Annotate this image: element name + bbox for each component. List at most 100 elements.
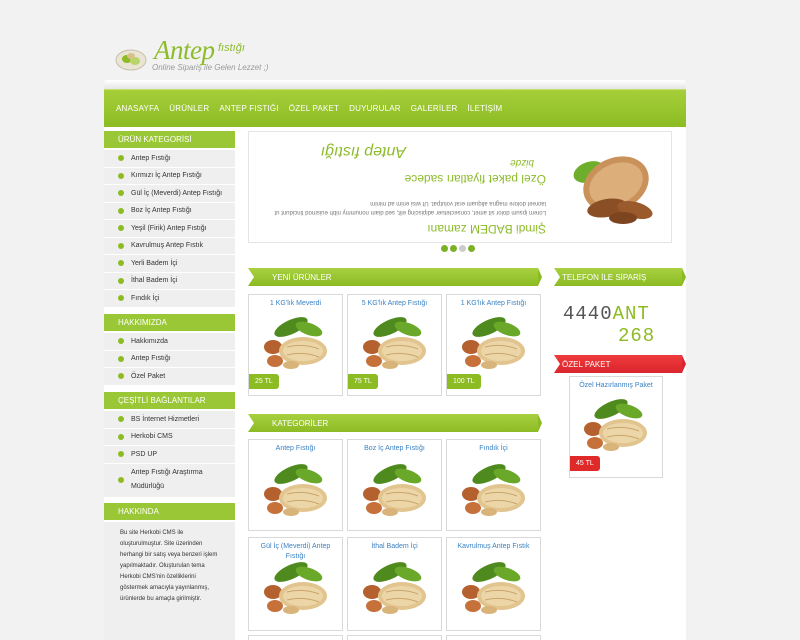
product-name[interactable]: 1 KG'lık Meverdi (249, 295, 342, 317)
sidebar-links-title: ÇEŞİTLİ BAĞLANTILAR (104, 392, 235, 409)
logo-title: Antep (154, 35, 215, 65)
sidebar-item-link[interactable]: PSD UP (104, 446, 235, 464)
slider-dot[interactable] (450, 245, 457, 252)
sidebar-item-category[interactable]: İthal Badem İçi (104, 272, 235, 290)
promo-slider[interactable]: Şimdi BADEM zamanı Lorem ipsum dolor sit… (248, 131, 672, 243)
slider-dot[interactable] (459, 245, 466, 252)
bullet-icon (118, 242, 124, 249)
sidebar-about-title: HAKKIMIZDA (104, 314, 235, 331)
bullet-icon (118, 207, 124, 214)
category-card[interactable] (248, 635, 343, 640)
pistachio-bowl-icon (115, 49, 147, 71)
bullet-icon (118, 190, 124, 197)
peanut-image (263, 560, 327, 615)
slide-brand: Antep fıstığı (320, 143, 406, 160)
category-card[interactable]: Antep Fıstığı (248, 439, 343, 531)
category-name[interactable]: Boz İç Antep Fıstığı (348, 440, 441, 462)
site-logo[interactable]: Antep fıstığı Online Sipariş ile Gelen L… (114, 36, 314, 80)
category-card[interactable]: Fındık İçi (446, 439, 541, 531)
peanut-image (583, 399, 648, 452)
slide-headline: Şimdi BADEM zamanı (427, 222, 546, 236)
peanut-image (461, 317, 525, 370)
slider-pagination (441, 245, 475, 252)
phone-line-2: 268 (618, 325, 656, 347)
product-card[interactable]: 5 KG'lık Antep Fıstığı 75 TL (347, 294, 442, 396)
bullet-icon (118, 277, 124, 284)
bullet-icon (118, 338, 124, 345)
peanut-image (461, 462, 525, 517)
bullet-icon (118, 355, 124, 362)
sidebar-item-category[interactable]: Boz İç Antep Fıstığı (104, 202, 235, 220)
category-name[interactable]: Fındık İçi (447, 440, 540, 462)
category-card[interactable]: İthal Badem İçi (347, 537, 442, 631)
sidebar-links-list: BS İnternet Hizmetleri Herkobi CMS PSD U… (104, 411, 235, 498)
bullet-icon (118, 295, 124, 302)
nav-item-galeriler[interactable]: GALERİLER (411, 104, 458, 113)
product-card[interactable]: 1 KG'lık Antep Fıstığı 100 TL (446, 294, 541, 396)
phone-line-1: 4440ANT (563, 303, 650, 325)
peanut-image (362, 560, 426, 615)
sidebar-categories-title: ÜRÜN KATEGORİSİ (104, 131, 235, 148)
category-card[interactable]: Boz İç Antep Fıstığı (347, 439, 442, 531)
slide-body: Lorem ipsum dolor sit amet, consectetuer… (274, 200, 546, 215)
sidebar-item-link[interactable]: Herkobi CMS (104, 428, 235, 446)
nav-item-anasayfa[interactable]: ANASAYFA (116, 104, 159, 113)
product-name[interactable]: 1 KG'lık Antep Fıstığı (447, 295, 540, 317)
sidebar-item-about[interactable]: Hakkımızda (104, 333, 235, 351)
bullet-icon (118, 225, 124, 232)
nav-item-urunler[interactable]: ÜRÜNLER (169, 104, 209, 113)
sidebar-item-link[interactable]: Antep Fıstığı Araştırma Müdürlüğü (104, 463, 235, 498)
peanut-image (263, 317, 327, 370)
category-name[interactable]: Gül İç (Meverdi) Antep Fıstığı (249, 538, 342, 560)
new-products-title: YENİ ÜRÜNLER (248, 268, 542, 286)
category-card[interactable]: Gül İç (Meverdi) Antep Fıstığı (248, 537, 343, 631)
sidebar-item-link[interactable]: BS İnternet Hizmetleri (104, 411, 235, 429)
price-badge: 75 TL (348, 374, 378, 389)
peanut-image (362, 462, 426, 517)
sidebar-item-category[interactable]: Gül İç (Meverdi) Antep Fıstığı (104, 185, 235, 203)
bullet-icon (118, 433, 124, 440)
price-badge: 45 TL (570, 456, 600, 471)
bullet-icon (118, 451, 124, 458)
category-name[interactable]: Kavrulmuş Antep Fıstık (447, 538, 540, 560)
product-name[interactable]: 5 KG'lık Antep Fıstığı (348, 295, 441, 317)
sidebar-info-title: HAKKINDA (104, 503, 235, 520)
sidebar-item-category[interactable]: Kavrulmuş Antep Fıstık (104, 237, 235, 255)
nav-item-antep-fistigi[interactable]: ANTEP FISTIĞI (219, 104, 278, 113)
bullet-icon (118, 260, 124, 267)
almond-image (573, 156, 653, 224)
sidebar-about-list: Hakkımızda Antep Fıstığı Özel Paket (104, 333, 235, 386)
logo-title-small: fıstığı (218, 42, 245, 54)
bullet-icon (118, 172, 124, 179)
nav-item-iletisim[interactable]: İLETİŞİM (467, 104, 502, 113)
peanut-image (263, 462, 327, 517)
main-navigation: ANASAYFA ÜRÜNLER ANTEP FISTIĞI ÖZEL PAKE… (104, 89, 686, 127)
product-card[interactable]: 1 KG'lık Meverdi 25 TL (248, 294, 343, 396)
special-package-card[interactable]: Özel Hazırlanmış Paket 45 TL (569, 376, 663, 478)
sidebar-item-category[interactable]: Yeşil (Firik) Antep Fıstığı (104, 220, 235, 238)
sidebar-categories-list: Antep Fıstığı Kırmızı İç Antep Fıstığı G… (104, 150, 235, 308)
nav-item-duyurular[interactable]: DUYURULAR (349, 104, 401, 113)
categories-title: KATEGORİLER (248, 414, 542, 432)
peanut-image (461, 560, 525, 615)
sidebar-item-about[interactable]: Özel Paket (104, 368, 235, 386)
sidebar-item-category[interactable]: Fındık İçi (104, 290, 235, 308)
nav-item-ozel-paket[interactable]: ÖZEL PAKET (289, 104, 339, 113)
phone-number[interactable]: 4440ANT 268 (556, 296, 686, 354)
category-name[interactable]: Antep Fıstığı (249, 440, 342, 462)
package-name[interactable]: Özel Hazırlanmış Paket (570, 377, 662, 399)
slider-dot[interactable] (468, 245, 475, 252)
sidebar-item-category[interactable]: Kırmızı İç Antep Fıstığı (104, 167, 235, 185)
sidebar-item-category[interactable]: Antep Fıstığı (104, 150, 235, 168)
category-card[interactable]: Kavrulmuş Antep Fıstık (446, 537, 541, 631)
sidebar-info-text: Bu site Herkobi CMS ile oluşturulmuştur.… (104, 522, 235, 640)
slide-text-block: Şimdi BADEM zamanı Lorem ipsum dolor sit… (261, 140, 546, 236)
category-card[interactable] (446, 635, 541, 640)
bullet-icon (118, 373, 124, 380)
category-name[interactable]: İthal Badem İçi (348, 538, 441, 560)
slider-dot[interactable] (441, 245, 448, 252)
sidebar-item-category[interactable]: Yerli Badem İçi (104, 255, 235, 273)
category-card[interactable] (347, 635, 442, 640)
special-package-title: ÖZEL PAKET (554, 355, 686, 373)
sidebar-item-about[interactable]: Antep Fıstığı (104, 350, 235, 368)
